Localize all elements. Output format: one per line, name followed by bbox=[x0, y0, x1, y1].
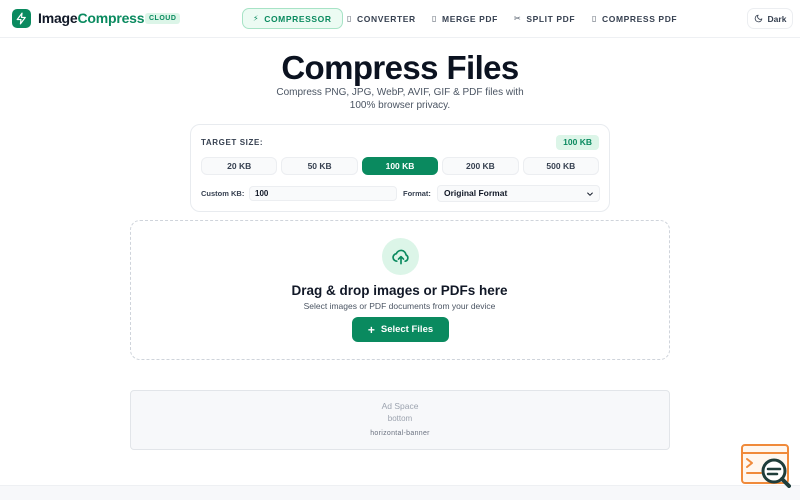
logo-icon[interactable] bbox=[12, 9, 31, 28]
ad-format: horizontal-banner bbox=[370, 430, 430, 437]
plus-icon: + bbox=[367, 322, 375, 337]
moon-icon bbox=[754, 14, 762, 23]
nav-split-pdf-label: SPLIT PDF bbox=[526, 13, 576, 24]
format-select[interactable]: Original Format bbox=[437, 185, 600, 202]
drop-zone-subtitle: Select images or PDF documents from your… bbox=[303, 301, 496, 311]
nav-merge-pdf[interactable]: ▯ MERGE PDF bbox=[432, 8, 498, 29]
custom-kb-label: Custom KB: bbox=[201, 189, 245, 198]
scissors-icon: ✂ bbox=[514, 14, 522, 23]
top-header: ImageCompress CLOUD ⚡ COMPRESSOR ▯ CONVE… bbox=[0, 0, 800, 38]
brand-name-part1: Image bbox=[38, 10, 78, 26]
nav-merge-pdf-label: MERGE PDF bbox=[442, 13, 498, 24]
target-size-label: TARGET SIZE: bbox=[201, 138, 264, 147]
brand-name-part2: Compress bbox=[77, 10, 145, 26]
nav-compressor-label: COMPRESSOR bbox=[264, 13, 332, 24]
page-subtitle: Compress PNG, JPG, WebP, AVIF, GIF & PDF… bbox=[276, 87, 524, 111]
footer-strip bbox=[0, 485, 800, 500]
page-title: Compress Files bbox=[281, 49, 519, 86]
floating-search-widget[interactable] bbox=[741, 444, 791, 488]
nav-converter[interactable]: ▯ CONVERTER bbox=[347, 8, 416, 29]
nav-compressor[interactable]: ⚡ COMPRESSOR bbox=[242, 8, 343, 29]
select-files-label: Select Files bbox=[380, 324, 434, 335]
select-files-button[interactable]: + Select Files bbox=[352, 317, 449, 342]
size-preset-20kb[interactable]: 20 KB bbox=[201, 157, 278, 175]
nav-compress-pdf-label: COMPRESS PDF bbox=[602, 13, 678, 24]
size-preset-50kb[interactable]: 50 KB bbox=[281, 157, 358, 175]
lightning-icon: ⚡ bbox=[253, 14, 260, 23]
nav-split-pdf[interactable]: ✂ SPLIT PDF bbox=[514, 8, 575, 29]
size-preset-500kb[interactable]: 500 KB bbox=[522, 157, 600, 175]
ad-position: bottom bbox=[387, 414, 413, 423]
compression-settings-card: TARGET SIZE: 100 KB 20 KB 50 KB 100 KB 2… bbox=[190, 124, 610, 212]
custom-kb-input[interactable]: 100 bbox=[249, 186, 397, 201]
document-search-icon bbox=[741, 444, 791, 488]
file-icon: ▯ bbox=[347, 14, 353, 23]
size-preset-100kb[interactable]: 100 KB bbox=[361, 157, 439, 175]
format-select-value: Original Format bbox=[444, 188, 508, 198]
file-icon: ▯ bbox=[432, 14, 438, 23]
ad-title: Ad Space bbox=[381, 401, 419, 411]
chevron-down-icon bbox=[587, 192, 593, 196]
target-size-badge: 100 KB bbox=[556, 135, 599, 150]
file-drop-zone[interactable]: Drag & drop images or PDFs here Select i… bbox=[130, 220, 670, 360]
cloud-badge: CLOUD bbox=[145, 13, 181, 24]
dark-mode-label: Dark bbox=[767, 13, 787, 24]
format-label: Format: bbox=[403, 189, 431, 198]
upload-cloud-icon bbox=[382, 238, 419, 275]
size-preset-group: 20 KB 50 KB 100 KB 200 KB 500 KB bbox=[201, 157, 600, 175]
nav-compress-pdf[interactable]: ▯ COMPRESS PDF bbox=[592, 8, 677, 29]
dark-mode-toggle[interactable]: Dark bbox=[747, 8, 793, 29]
brand-name[interactable]: ImageCompress bbox=[38, 10, 145, 27]
nav-converter-label: CONVERTER bbox=[357, 13, 416, 24]
file-icon: ▯ bbox=[592, 14, 598, 23]
size-preset-200kb[interactable]: 200 KB bbox=[442, 157, 519, 175]
drop-zone-title: Drag & drop images or PDFs here bbox=[291, 283, 508, 298]
ad-banner: Ad Space bottom horizontal-banner bbox=[130, 390, 670, 450]
